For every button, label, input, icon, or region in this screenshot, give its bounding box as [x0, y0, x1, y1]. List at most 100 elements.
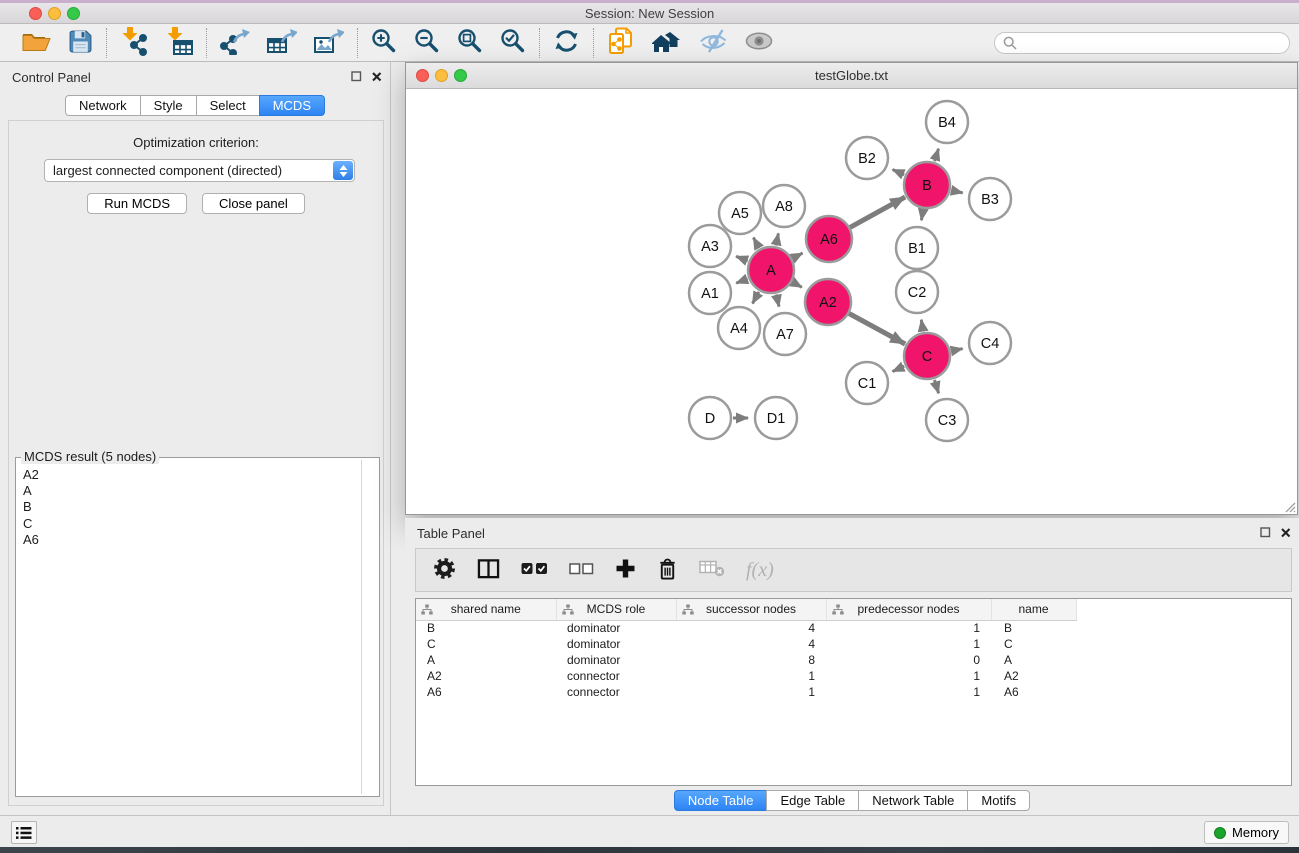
table-cell[interactable]: A2: [991, 668, 1076, 684]
tab-select[interactable]: Select: [196, 95, 260, 116]
graph-node-A1[interactable]: A1: [689, 272, 731, 314]
graph-edge-A2-C[interactable]: [849, 314, 905, 345]
network-zoom-light[interactable]: [454, 69, 467, 82]
table-cell[interactable]: 4: [676, 620, 826, 636]
table-cell[interactable]: B: [991, 620, 1076, 636]
close-panel-action-button[interactable]: Close panel: [202, 193, 305, 214]
graph-node-D1[interactable]: D1: [755, 397, 797, 439]
save-button[interactable]: [68, 29, 93, 57]
table-row[interactable]: A2connector11A2: [416, 668, 1076, 684]
column-header-name[interactable]: name: [991, 599, 1076, 620]
import-network-button[interactable]: [120, 26, 148, 59]
table-cell[interactable]: dominator: [556, 620, 676, 636]
table-cell[interactable]: 8: [676, 652, 826, 668]
trash-button[interactable]: [657, 557, 678, 584]
float-panel-button[interactable]: [351, 71, 362, 82]
table-cell[interactable]: 0: [826, 652, 991, 668]
graph-node-B1[interactable]: B1: [896, 227, 938, 269]
column-header-successor-nodes[interactable]: successor nodes: [676, 599, 826, 620]
zoom-selected-button[interactable]: [500, 28, 526, 57]
table-tab-motifs[interactable]: Motifs: [967, 790, 1030, 811]
table-cell[interactable]: 1: [826, 668, 991, 684]
graph-node-A6[interactable]: A6: [806, 216, 852, 262]
fx-button[interactable]: f(x): [746, 559, 774, 582]
result-list-item[interactable]: C: [23, 516, 372, 532]
graph-edge-A-A8[interactable]: [776, 233, 778, 245]
table-cell[interactable]: connector: [556, 684, 676, 700]
resize-grip[interactable]: [1282, 499, 1296, 513]
result-list-item[interactable]: A: [23, 483, 372, 499]
table-row[interactable]: Cdominator41C: [416, 636, 1076, 652]
gear-button[interactable]: [433, 557, 456, 583]
zoom-fit-button[interactable]: [457, 28, 483, 57]
minimize-window-light[interactable]: [48, 7, 61, 20]
table-cell[interactable]: 4: [676, 636, 826, 652]
column-header-shared-name[interactable]: shared name: [416, 599, 556, 620]
table-tab-network-table[interactable]: Network Table: [858, 790, 968, 811]
graph-node-B[interactable]: B: [904, 162, 950, 208]
zoom-in-button[interactable]: [371, 28, 397, 57]
split-columns-button[interactable]: [477, 558, 500, 583]
graph-node-C1[interactable]: C1: [846, 362, 888, 404]
graph-edge-C-C4[interactable]: [952, 349, 963, 351]
column-header-MCDS-role[interactable]: MCDS role: [556, 599, 676, 620]
table-tab-node-table[interactable]: Node Table: [674, 790, 768, 811]
run-mcds-button[interactable]: Run MCDS: [87, 193, 187, 214]
graph-node-B4[interactable]: B4: [926, 101, 968, 143]
tab-style[interactable]: Style: [140, 95, 197, 116]
graph-edge-C-C2[interactable]: [921, 320, 923, 332]
select-all-checks-button[interactable]: [521, 562, 548, 578]
refresh-button[interactable]: [553, 28, 580, 57]
table-cell[interactable]: connector: [556, 668, 676, 684]
clone-network-button[interactable]: [607, 27, 635, 58]
table-cell[interactable]: dominator: [556, 652, 676, 668]
graph-edge-B-B2[interactable]: [893, 170, 905, 175]
import-table-button[interactable]: [165, 26, 193, 59]
table-cell[interactable]: A: [416, 652, 556, 668]
network-window-titlebar[interactable]: testGlobe.txt: [406, 63, 1297, 89]
graph-node-A[interactable]: A: [748, 247, 794, 293]
export-image-button[interactable]: [314, 27, 344, 58]
deselect-all-checks-button[interactable]: [569, 563, 594, 578]
graph-edge-C-C1[interactable]: [893, 366, 905, 371]
hide-selected-eye-button[interactable]: [699, 28, 728, 57]
table-cell[interactable]: C: [416, 636, 556, 652]
graph-edge-A-A6[interactable]: [793, 253, 803, 258]
open-folder-button[interactable]: [21, 29, 51, 57]
table-cell[interactable]: A: [991, 652, 1076, 668]
network-close-light[interactable]: [416, 69, 429, 82]
float-table-panel-button[interactable]: [1260, 527, 1271, 538]
tab-mcds[interactable]: MCDS: [259, 95, 325, 116]
zoom-out-button[interactable]: [414, 28, 440, 57]
graph-edge-A-A4[interactable]: [753, 292, 759, 304]
close-panel-button[interactable]: [371, 71, 382, 82]
table-row[interactable]: Bdominator41B: [416, 620, 1076, 636]
table-cell[interactable]: A2: [416, 668, 556, 684]
network-minimize-light[interactable]: [435, 69, 448, 82]
table-cell[interactable]: 1: [676, 684, 826, 700]
graph-node-C[interactable]: C: [904, 333, 950, 379]
table-cell[interactable]: B: [416, 620, 556, 636]
delete-table-button[interactable]: [699, 560, 725, 580]
table-cell[interactable]: 1: [826, 684, 991, 700]
add-button[interactable]: [615, 558, 636, 582]
graph-node-A7[interactable]: A7: [764, 313, 806, 355]
network-graph-canvas[interactable]: B4 B2 B B3 A8 A5 A6 A3 B1 A A1 C2 A2 A4 …: [406, 89, 1297, 513]
graph-node-A8[interactable]: A8: [763, 185, 805, 227]
table-cell[interactable]: 1: [826, 620, 991, 636]
tab-network[interactable]: Network: [65, 95, 141, 116]
home-button[interactable]: [652, 29, 682, 56]
table-cell[interactable]: A6: [991, 684, 1076, 700]
graph-node-B3[interactable]: B3: [969, 178, 1011, 220]
graph-edge-A-A3[interactable]: [736, 256, 748, 261]
graph-edge-C-C3[interactable]: [935, 380, 939, 393]
graph-node-C2[interactable]: C2: [896, 271, 938, 313]
search-input[interactable]: [1022, 35, 1281, 50]
graph-node-A5[interactable]: A5: [719, 192, 761, 234]
table-tab-edge-table[interactable]: Edge Table: [766, 790, 859, 811]
export-network-button[interactable]: [220, 27, 250, 58]
result-list-item[interactable]: A6: [23, 532, 372, 548]
search-box[interactable]: [994, 32, 1290, 54]
close-window-light[interactable]: [29, 7, 42, 20]
graph-node-C3[interactable]: C3: [926, 399, 968, 441]
